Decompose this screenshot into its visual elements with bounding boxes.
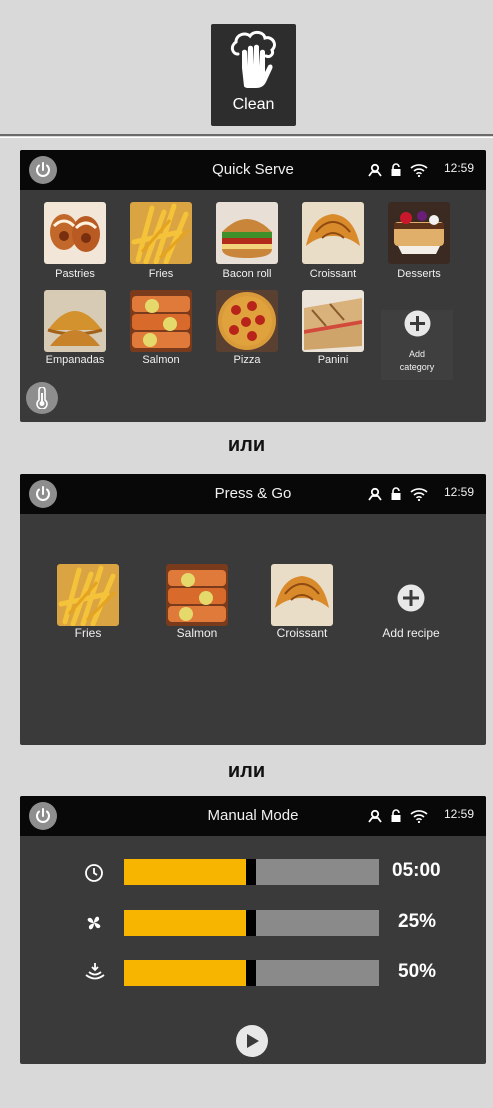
- recipe-label: Croissant: [276, 626, 328, 640]
- manual-mode-screen: Manual Mode 12:59 05:00 25% 50%: [20, 796, 486, 1064]
- category-empanadas[interactable]: Empanadas: [35, 290, 115, 370]
- press-go-screen: Press & Go 12:59 Fries Salmon Croissant …: [20, 474, 486, 745]
- plus-icon: [404, 310, 431, 337]
- category-label: Panini: [317, 354, 349, 366]
- fries-image: [130, 202, 192, 264]
- slider-handle[interactable]: [246, 960, 256, 986]
- screen-header: Quick Serve 12:59: [20, 150, 486, 190]
- divider-highlight: [0, 137, 493, 138]
- add-category-button[interactable]: Add category: [381, 310, 453, 380]
- category-label: Salmon: [142, 354, 180, 366]
- recipe-croissant[interactable]: Croissant: [262, 564, 342, 644]
- slider-handle[interactable]: [246, 859, 256, 885]
- recipe-salmon[interactable]: Salmon: [157, 564, 237, 644]
- wifi-icon: [410, 488, 428, 501]
- category-pizza[interactable]: Pizza: [207, 290, 287, 370]
- divider: [0, 134, 493, 136]
- lock-icon: [391, 163, 401, 176]
- category-label: Empanadas: [45, 354, 105, 366]
- thermometer-button[interactable]: [26, 382, 58, 414]
- category-panini[interactable]: Panini: [293, 290, 373, 370]
- quick-serve-screen: Quick Serve 12:59 Pastries Fries Bacon r…: [20, 150, 486, 422]
- category-fries[interactable]: Fries: [121, 202, 201, 282]
- time-slider[interactable]: [124, 859, 379, 885]
- category-label: Pastries: [55, 268, 95, 280]
- screen-header: Manual Mode 12:59: [20, 796, 486, 836]
- clock: 12:59: [444, 485, 475, 499]
- plus-icon: [397, 584, 425, 612]
- clock: 12:59: [444, 807, 475, 821]
- separator-or: или: [227, 760, 266, 782]
- user-icon: [368, 163, 382, 177]
- category-desserts[interactable]: Desserts: [379, 202, 459, 282]
- salmon-image: [166, 564, 228, 626]
- category-label: Bacon roll: [222, 268, 272, 280]
- fan-value: 25%: [398, 911, 437, 932]
- add-category-label: Add: [408, 349, 425, 359]
- desserts-image: [388, 202, 450, 264]
- add-recipe-label: Add recipe: [382, 626, 440, 640]
- slider-handle[interactable]: [246, 910, 256, 936]
- lock-icon: [391, 809, 401, 822]
- recipe-label: Salmon: [176, 626, 218, 640]
- time-value: 05:00: [392, 860, 441, 881]
- category-pastries[interactable]: Pastries: [35, 202, 115, 282]
- category-bacon-roll[interactable]: Bacon roll: [207, 202, 287, 282]
- clean-label: Clean: [232, 96, 275, 113]
- screen-header: Press & Go 12:59: [20, 474, 486, 514]
- steam-icon: [85, 963, 105, 980]
- slider-fill: [124, 859, 246, 885]
- croissant-image: [302, 202, 364, 264]
- category-salmon[interactable]: Salmon: [121, 290, 201, 370]
- pizza-image: [216, 290, 278, 352]
- steam-value: 50%: [398, 961, 437, 982]
- hand-cleaning-icon: [230, 30, 276, 88]
- clock-icon: [85, 864, 103, 882]
- croissant-image: [271, 564, 333, 626]
- thermometer-icon: [36, 387, 48, 409]
- fan-icon: [87, 916, 101, 930]
- steam-slider[interactable]: [124, 960, 379, 986]
- fries-image: [57, 564, 119, 626]
- category-croissant[interactable]: Croissant: [293, 202, 373, 282]
- play-icon: [247, 1034, 259, 1048]
- category-label: Desserts: [397, 268, 441, 280]
- clean-button[interactable]: Clean: [211, 24, 296, 126]
- salmon-image: [130, 290, 192, 352]
- category-label: Pizza: [233, 354, 261, 366]
- pastries-image: [44, 202, 106, 264]
- fan-slider[interactable]: [124, 910, 379, 936]
- add-recipe-button[interactable]: Add recipe: [370, 584, 452, 646]
- clock: 12:59: [444, 161, 475, 175]
- empanadas-image: [44, 290, 106, 352]
- panini-image: [302, 290, 364, 352]
- slider-fill: [124, 910, 246, 936]
- start-button[interactable]: [236, 1025, 268, 1057]
- lock-icon: [391, 487, 401, 500]
- recipe-fries[interactable]: Fries: [48, 564, 128, 644]
- category-label: Croissant: [309, 268, 357, 280]
- user-icon: [368, 809, 382, 823]
- separator-or: или: [227, 434, 266, 456]
- bacon-roll-image: [216, 202, 278, 264]
- wifi-icon: [410, 810, 428, 823]
- category-label: Fries: [148, 268, 174, 280]
- slider-fill: [124, 960, 246, 986]
- wifi-icon: [410, 164, 428, 177]
- add-category-label: category: [399, 362, 435, 372]
- user-icon: [368, 487, 382, 501]
- recipe-label: Fries: [74, 626, 102, 640]
